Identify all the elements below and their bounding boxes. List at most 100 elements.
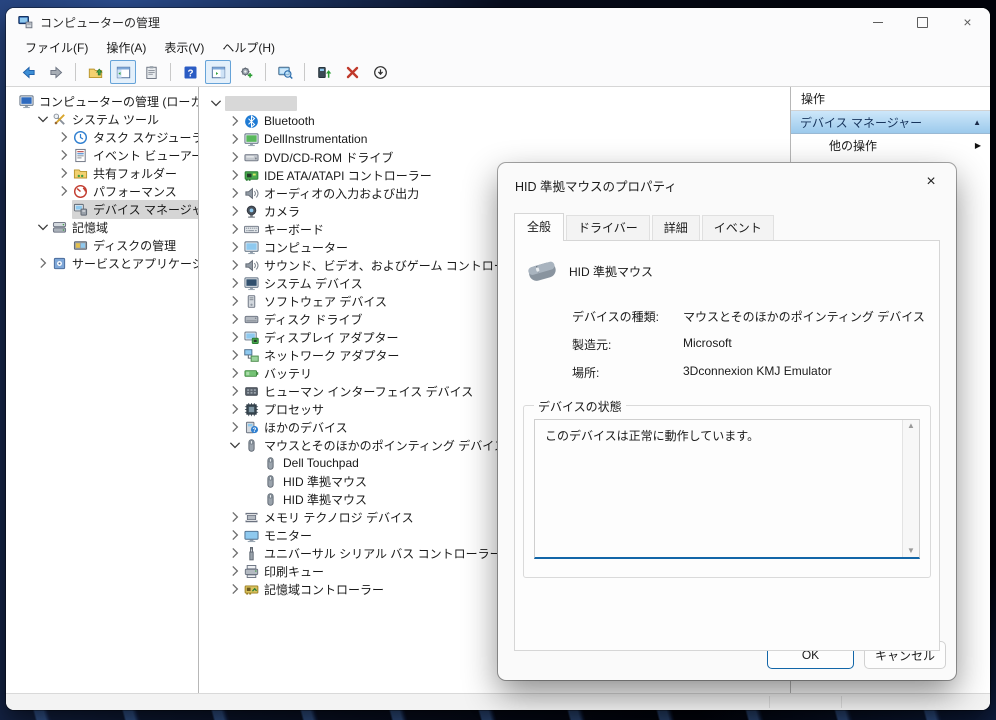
chevron-right-icon[interactable] <box>227 419 243 435</box>
chevron-right-icon[interactable] <box>227 347 243 363</box>
chevron-right-icon[interactable] <box>227 365 243 381</box>
chevron-right-icon[interactable] <box>56 129 72 145</box>
chevron-right-icon[interactable] <box>227 113 243 129</box>
tree-item[interactable]: パフォーマンス <box>6 182 198 200</box>
help-button[interactable]: ? <box>177 60 203 84</box>
tree-item[interactable]: Bluetooth <box>199 112 790 130</box>
tree-item[interactable] <box>199 94 790 112</box>
scroll-up-icon[interactable]: ▲ <box>907 422 915 430</box>
actions-group-header[interactable]: デバイス マネージャー ▲ <box>791 111 990 134</box>
tree-item[interactable]: 共有フォルダー <box>6 164 198 182</box>
chevron-right-icon[interactable] <box>227 293 243 309</box>
gear-add-button[interactable] <box>233 60 259 84</box>
title-bar[interactable]: コンピューターの管理 × <box>6 8 990 36</box>
menu-item[interactable]: 操作(A) <box>97 37 155 58</box>
chevron-right-icon[interactable] <box>227 581 243 597</box>
tree-item[interactable]: ディスクの管理 <box>6 236 198 254</box>
scroll-down-icon[interactable]: ▼ <box>907 547 915 555</box>
chevron-right-icon[interactable] <box>227 383 243 399</box>
actions-panel-title: 操作 <box>791 87 990 111</box>
chevron-right-icon[interactable] <box>227 185 243 201</box>
chevron-right-icon[interactable] <box>227 527 243 543</box>
chevron-down-icon[interactable] <box>227 437 243 453</box>
chevron-right-icon[interactable] <box>227 149 243 165</box>
chevron-down-icon[interactable] <box>35 219 51 235</box>
chevron-right-icon[interactable] <box>227 563 243 579</box>
tree-item-label: ディスクの管理 <box>93 237 176 254</box>
device-status-group-label: デバイスの状態 <box>534 398 626 415</box>
mouse-icon <box>263 456 278 471</box>
back-button[interactable] <box>15 60 41 84</box>
scan-hardware-button[interactable] <box>272 60 298 84</box>
tree-item-label: カメラ <box>264 203 300 220</box>
properties-button[interactable] <box>138 60 164 84</box>
uninstall-button[interactable] <box>339 60 365 84</box>
tree-item[interactable]: デバイス マネージャー <box>6 200 198 218</box>
chevron-right-icon[interactable] <box>227 545 243 561</box>
chevron-right-icon[interactable] <box>56 147 72 163</box>
status-scrollbar[interactable]: ▲ ▼ <box>902 420 919 557</box>
chevron-right-icon[interactable] <box>227 275 243 291</box>
tree-item-label: キーボード <box>264 221 324 238</box>
computer-name-redacted[interactable] <box>225 96 297 111</box>
tree-item-label: HID 準拠マウス <box>283 491 367 508</box>
general-tab-page: HID 準拠マウス デバイスの種類:マウスとそのほかのポインティング デバイス製… <box>514 240 940 651</box>
dialog-close-icon[interactable]: × <box>914 170 948 194</box>
disable-button[interactable] <box>367 60 393 84</box>
menu-item[interactable]: ファイル(F) <box>16 37 97 58</box>
chevron-right-icon[interactable] <box>227 311 243 327</box>
disk-management-icon <box>73 238 88 253</box>
chevron-right-icon[interactable] <box>227 167 243 183</box>
close-button[interactable]: × <box>945 8 990 36</box>
properties-icon <box>144 65 159 80</box>
chevron-right-icon[interactable] <box>227 203 243 219</box>
tree-item[interactable]: 記憶域 <box>6 218 198 236</box>
tab-1[interactable]: ドライバー <box>566 215 650 240</box>
forward-button[interactable] <box>43 60 69 84</box>
tree-item[interactable]: サービスとアプリケーション <box>6 254 198 272</box>
tree-item[interactable]: コンピューターの管理 (ローカル) <box>6 92 198 110</box>
device-fields: デバイスの種類:マウスとそのほかのポインティング デバイス製造元:Microso… <box>515 308 939 381</box>
action-pane-button[interactable] <box>205 60 231 84</box>
usb-icon <box>244 546 259 561</box>
chevron-right-icon[interactable] <box>227 221 243 237</box>
tree-item[interactable]: システム ツール <box>6 110 198 128</box>
minimize-button[interactable] <box>855 8 900 36</box>
device-status-textbox[interactable]: このデバイスは正常に動作しています。 ▲ ▼ <box>534 419 920 559</box>
chevron-right-icon[interactable] <box>227 509 243 525</box>
chevron-right-icon[interactable] <box>35 255 51 271</box>
update-driver-button[interactable] <box>311 60 337 84</box>
field-value: マウスとそのほかのポインティング デバイス <box>683 308 939 325</box>
chevron-down-icon[interactable] <box>208 95 224 111</box>
dialog-title-bar[interactable]: HID 準拠マウスのプロパティ × <box>498 163 956 216</box>
tree-item[interactable]: タスク スケジューラ <box>6 128 198 146</box>
tree-item-label: マウスとそのほかのポインティング デバイス <box>264 437 506 454</box>
action-pane-icon <box>211 65 226 80</box>
more-actions-item[interactable]: 他の操作 ▶ <box>791 134 990 156</box>
menu-item[interactable]: 表示(V) <box>155 37 213 58</box>
toolbar-separator <box>304 63 305 81</box>
tree-item[interactable]: DellInstrumentation <box>199 130 790 148</box>
collapse-caret-icon[interactable]: ▲ <box>973 118 981 127</box>
chevron-right-icon[interactable] <box>56 165 72 181</box>
chevron-right-icon[interactable] <box>227 131 243 147</box>
tab-3[interactable]: イベント <box>702 215 774 240</box>
chevron-spacer <box>246 491 262 507</box>
device-name: HID 準拠マウス <box>569 263 653 280</box>
chevron-right-icon[interactable] <box>227 401 243 417</box>
tree-item[interactable]: イベント ビューアー <box>6 146 198 164</box>
tree-item-label: Bluetooth <box>264 114 315 128</box>
tree-item-label: ほかのデバイス <box>264 419 348 436</box>
chevron-down-icon[interactable] <box>35 111 51 127</box>
console-tree-button[interactable] <box>110 60 136 84</box>
chevron-right-icon[interactable] <box>227 329 243 345</box>
system-device-icon <box>244 276 259 291</box>
tab-0[interactable]: 全般 <box>514 213 564 241</box>
export-list-button[interactable] <box>82 60 108 84</box>
chevron-right-icon[interactable] <box>56 183 72 199</box>
menu-item[interactable]: ヘルプ(H) <box>213 37 284 58</box>
chevron-right-icon[interactable] <box>227 257 243 273</box>
chevron-right-icon[interactable] <box>227 239 243 255</box>
tab-2[interactable]: 詳細 <box>652 215 700 240</box>
maximize-button[interactable] <box>900 8 945 36</box>
